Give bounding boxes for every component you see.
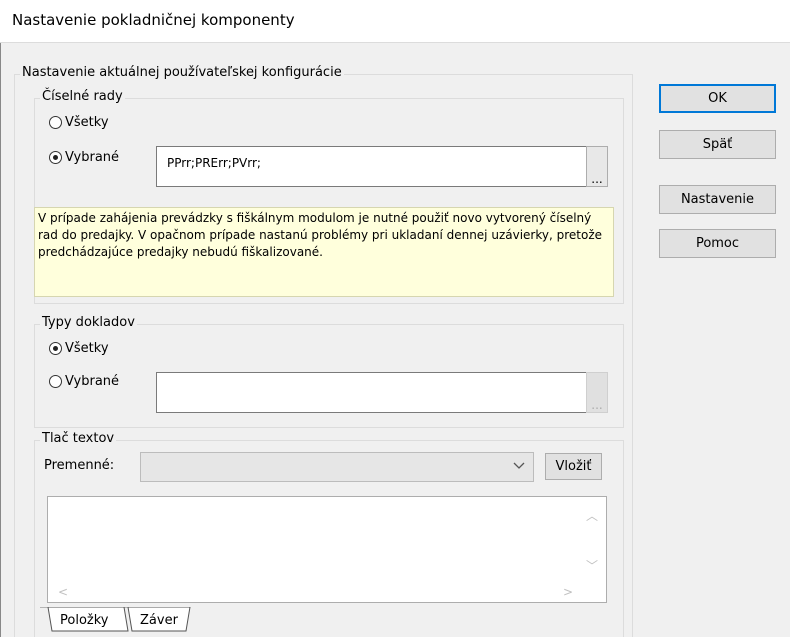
variables-label: Premenné: bbox=[44, 458, 115, 473]
back-button[interactable]: Späť bbox=[659, 130, 776, 159]
settings-button[interactable]: Nastavenie bbox=[659, 185, 776, 214]
typy-dokladov-browse-button[interactable]: ... bbox=[586, 372, 608, 413]
tab-polozky[interactable]: Položky bbox=[60, 613, 108, 628]
text-editor[interactable]: ︿ ﹀ < > bbox=[47, 496, 607, 603]
insert-button[interactable]: Vložiť bbox=[545, 453, 602, 480]
window-title: Nastavenie pokladničnej komponenty bbox=[12, 11, 295, 29]
radio-unchecked-icon bbox=[49, 116, 62, 129]
radio-label: Všetky bbox=[65, 341, 109, 356]
ciselne-rady-label: Číselné rady bbox=[40, 89, 125, 104]
ciselne-rady-field[interactable]: PPrr;PRErr;PVrr; bbox=[156, 146, 587, 187]
radio-checked-icon bbox=[49, 342, 62, 355]
scroll-up-icon[interactable]: ︿ bbox=[586, 507, 598, 524]
tab-zaver[interactable]: Záver bbox=[140, 613, 178, 628]
ciselne-rady-radio-all[interactable]: Všetky bbox=[49, 115, 109, 130]
scroll-right-icon[interactable]: > bbox=[563, 585, 573, 599]
ciselne-rady-radio-selected[interactable]: Vybrané bbox=[49, 150, 119, 165]
tlac-textov-label: Tlač textov bbox=[40, 431, 117, 446]
title-bar: Nastavenie pokladničnej komponenty bbox=[0, 0, 790, 43]
help-button[interactable]: Pomoc bbox=[659, 229, 776, 258]
ok-button[interactable]: OK bbox=[659, 84, 776, 113]
typy-dokladov-field[interactable] bbox=[156, 372, 587, 413]
radio-checked-icon bbox=[49, 151, 62, 164]
ciselne-rady-value: PPrr;PRErr;PVrr; bbox=[167, 156, 261, 170]
radio-label: Všetky bbox=[65, 115, 109, 130]
config-group-label: Nastavenie aktuálnej používateľskej konf… bbox=[20, 65, 344, 80]
scroll-left-icon[interactable]: < bbox=[58, 585, 68, 599]
info-message: V prípade zahájenia prevádzky s fiškálny… bbox=[34, 207, 614, 297]
radio-label: Vybrané bbox=[65, 374, 120, 389]
radio-unchecked-icon bbox=[49, 375, 62, 388]
radio-label: Vybrané bbox=[65, 150, 120, 165]
scroll-down-icon[interactable]: ﹀ bbox=[586, 557, 598, 574]
typy-dokladov-label: Typy dokladov bbox=[40, 315, 137, 330]
variables-combobox[interactable] bbox=[140, 452, 534, 482]
typy-dokladov-radio-all[interactable]: Všetky bbox=[49, 341, 109, 356]
chevron-down-icon bbox=[512, 458, 526, 476]
ciselne-rady-browse-button[interactable]: ... bbox=[586, 146, 608, 187]
typy-dokladov-radio-selected[interactable]: Vybrané bbox=[49, 374, 119, 389]
